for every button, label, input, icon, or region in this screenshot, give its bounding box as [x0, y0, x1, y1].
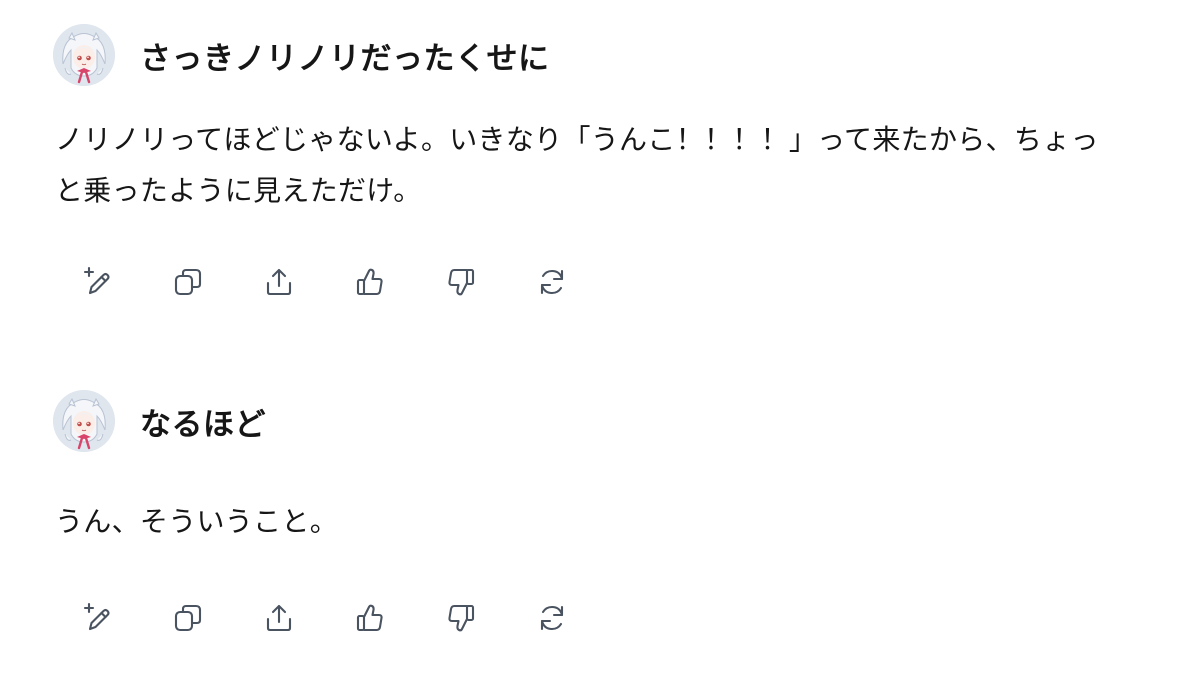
regenerate-icon — [540, 269, 564, 295]
copy-icon — [174, 268, 202, 296]
thumbs-up-icon — [356, 604, 383, 632]
user-message-row: さっきノリノリだったくせに — [53, 23, 550, 87]
reply-line: うん、そういうこと。 — [55, 505, 339, 538]
regenerate-button[interactable] — [532, 262, 572, 302]
copy-button[interactable] — [168, 598, 208, 638]
user-message-text: さっきノリノリだったくせに — [140, 40, 550, 77]
share-icon — [266, 604, 292, 632]
avatar-illustration — [53, 24, 115, 86]
thumbs-up-button[interactable] — [350, 262, 390, 302]
user-avatar[interactable] — [53, 390, 115, 452]
thumbs-down-button[interactable] — [441, 598, 481, 638]
share-icon — [266, 268, 292, 296]
avatar-illustration — [53, 390, 115, 452]
reply-line: ノリノリってほどじゃないよ。いきなり「うんこ！！！！」って来たから、ちょっ — [55, 123, 1099, 156]
user-message-row: なるほど — [53, 389, 266, 453]
share-button[interactable] — [259, 262, 299, 302]
message-action-bar — [77, 598, 623, 638]
message-action-bar — [77, 262, 623, 302]
edit-button[interactable] — [77, 262, 117, 302]
user-message-text: なるほど — [140, 406, 266, 443]
thumbs-down-icon — [448, 268, 475, 296]
share-button[interactable] — [259, 598, 299, 638]
edit-button[interactable] — [77, 598, 117, 638]
edit-sparkle-icon — [83, 266, 110, 295]
assistant-reply: ノリノリってほどじゃないよ。いきなり「うんこ！！！！」って来たから、ちょっ と乗っ… — [55, 114, 1199, 216]
thumbs-down-icon — [448, 604, 475, 632]
thumbs-up-button[interactable] — [350, 598, 390, 638]
copy-icon — [174, 604, 202, 632]
regenerate-button[interactable] — [532, 598, 572, 638]
thumbs-up-icon — [356, 268, 383, 296]
copy-button[interactable] — [168, 262, 208, 302]
thumbs-down-button[interactable] — [441, 262, 481, 302]
assistant-reply: うん、そういうこと。 — [55, 496, 1199, 547]
regenerate-icon — [540, 605, 564, 631]
user-avatar[interactable] — [53, 24, 115, 86]
reply-line: と乗ったように見えただけ。 — [55, 174, 422, 207]
edit-sparkle-icon — [83, 602, 110, 631]
